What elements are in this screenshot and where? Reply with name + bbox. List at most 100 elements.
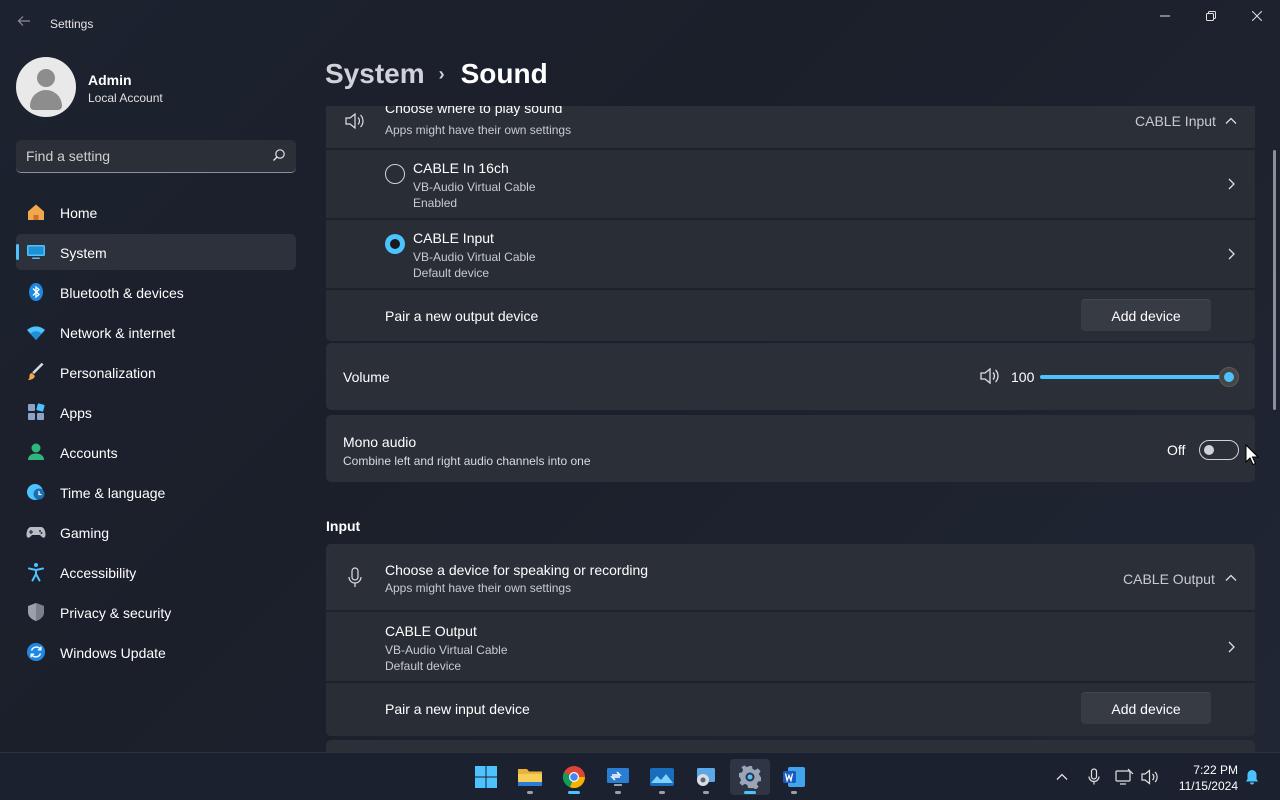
sidebar-item-home[interactable]: Home bbox=[16, 194, 296, 230]
sidebar-item-gaming[interactable]: Gaming bbox=[16, 514, 296, 550]
radio-button-selected[interactable] bbox=[385, 234, 405, 254]
volume-slider-track[interactable] bbox=[1040, 375, 1230, 379]
breadcrumb-parent[interactable]: System bbox=[325, 58, 425, 90]
person-icon bbox=[26, 442, 46, 462]
input-section-title: Input bbox=[326, 518, 361, 534]
mono-audio-state: Off bbox=[1167, 442, 1186, 458]
volume-slider-thumb[interactable] bbox=[1219, 367, 1239, 387]
close-icon[interactable] bbox=[1234, 0, 1280, 32]
input-card: Choose a device for speaking or recordin… bbox=[326, 544, 1255, 736]
breadcrumb: System › Sound bbox=[325, 58, 548, 90]
control-panel-icon[interactable] bbox=[686, 759, 726, 795]
sidebar-item-label: System bbox=[60, 245, 107, 261]
sidebar-item-windows-update[interactable]: Windows Update bbox=[16, 634, 296, 670]
profile-account-type: Local Account bbox=[88, 91, 163, 105]
sidebar-item-label: Personalization bbox=[60, 365, 156, 381]
sidebar-item-privacy[interactable]: Privacy & security bbox=[16, 594, 296, 630]
search-icon[interactable] bbox=[272, 148, 286, 164]
restore-icon[interactable] bbox=[1188, 0, 1234, 32]
output-header-title: Choose where to play sound bbox=[385, 106, 563, 116]
volume-value: 100 bbox=[1011, 369, 1035, 385]
clock-time: 7:22 PM bbox=[1193, 763, 1238, 777]
taskbar-clock[interactable]: 7:22 PM 11/15/2024 bbox=[1168, 762, 1238, 794]
avatar bbox=[16, 57, 76, 117]
volume-label: Volume bbox=[343, 369, 390, 385]
mono-audio-label: Mono audio bbox=[343, 434, 417, 450]
remote-desktop-icon[interactable] bbox=[598, 759, 638, 795]
output-device-row[interactable]: CABLE In 16ch VB-Audio Virtual Cable Ena… bbox=[326, 150, 1255, 218]
input-device-header[interactable]: Choose a device for speaking or recordin… bbox=[326, 544, 1255, 610]
file-explorer-icon[interactable] bbox=[510, 759, 550, 795]
taskbar: 7:22 PM 11/15/2024 bbox=[0, 752, 1280, 800]
output-device-row[interactable]: CABLE Input VB-Audio Virtual Cable Defau… bbox=[326, 220, 1255, 288]
output-selected-device: CABLE Input bbox=[1135, 113, 1216, 129]
chrome-icon[interactable] bbox=[554, 759, 594, 795]
chevron-right-icon[interactable] bbox=[1224, 247, 1238, 261]
device-driver: VB-Audio Virtual Cable bbox=[413, 180, 536, 194]
sidebar-item-label: Bluetooth & devices bbox=[60, 285, 184, 301]
brush-icon bbox=[26, 362, 46, 382]
chevron-up-icon[interactable] bbox=[1224, 571, 1238, 585]
shield-icon bbox=[26, 602, 46, 622]
app-title: Settings bbox=[50, 17, 94, 31]
sidebar-item-apps[interactable]: Apps bbox=[16, 394, 296, 430]
next-card bbox=[326, 740, 1255, 752]
chevron-up-icon[interactable] bbox=[1224, 114, 1238, 128]
sidebar-item-bluetooth[interactable]: Bluetooth & devices bbox=[16, 274, 296, 310]
add-input-device-button[interactable]: Add device bbox=[1081, 692, 1211, 724]
input-selected-device: CABLE Output bbox=[1123, 571, 1215, 587]
device-status: Enabled bbox=[413, 196, 458, 210]
radio-button[interactable] bbox=[385, 164, 405, 184]
sidebar-item-accessibility[interactable]: Accessibility bbox=[16, 554, 296, 590]
settings-gear-icon[interactable] bbox=[730, 759, 770, 795]
photos-icon[interactable] bbox=[642, 759, 682, 795]
sidebar-item-personalization[interactable]: Personalization bbox=[16, 354, 296, 390]
sidebar-item-label: Gaming bbox=[60, 525, 110, 541]
mono-audio-sub: Combine left and right audio channels in… bbox=[343, 454, 591, 468]
volume-icon[interactable] bbox=[1140, 767, 1160, 787]
mono-audio-card: Mono audio Combine left and right audio … bbox=[326, 415, 1255, 482]
device-driver: VB-Audio Virtual Cable bbox=[413, 250, 536, 264]
windows-start-icon[interactable] bbox=[466, 759, 506, 795]
pair-output-label: Pair a new output device bbox=[385, 308, 539, 324]
chevron-up-icon[interactable] bbox=[1052, 767, 1072, 787]
title-bar: Settings bbox=[0, 0, 1280, 48]
sidebar-item-label: Windows Update bbox=[60, 645, 166, 661]
user-profile[interactable]: Admin Local Account bbox=[16, 57, 296, 117]
sidebar-item-network[interactable]: Network & internet bbox=[16, 314, 296, 350]
network-icon[interactable] bbox=[1114, 767, 1134, 787]
chevron-right-icon[interactable] bbox=[1224, 177, 1238, 191]
input-device-row[interactable]: CABLE Output VB-Audio Virtual Cable Defa… bbox=[326, 612, 1255, 681]
speaker-volume-icon[interactable] bbox=[979, 367, 1001, 390]
add-output-device-button[interactable]: Add device bbox=[1081, 299, 1211, 331]
profile-name: Admin bbox=[88, 72, 132, 88]
sidebar-item-label: Accessibility bbox=[60, 565, 137, 581]
search-input[interactable] bbox=[26, 146, 266, 166]
device-driver: VB-Audio Virtual Cable bbox=[385, 643, 508, 657]
monitor-icon bbox=[26, 242, 46, 262]
sidebar-item-label: Accounts bbox=[60, 445, 118, 461]
page-title: Sound bbox=[460, 58, 548, 89]
notification-bell-icon[interactable] bbox=[1242, 767, 1262, 787]
sidebar-item-label: Apps bbox=[60, 405, 92, 421]
clock-date: 11/15/2024 bbox=[1178, 779, 1238, 793]
sidebar-item-system[interactable]: System bbox=[16, 234, 296, 270]
sidebar-item-accounts[interactable]: Accounts bbox=[16, 434, 296, 470]
sidebar-item-time-language[interactable]: Time & language bbox=[16, 474, 296, 510]
pair-input-row: Pair a new input device Add device bbox=[326, 683, 1255, 736]
microphone-icon[interactable] bbox=[1084, 767, 1104, 787]
device-status: Default device bbox=[413, 266, 490, 280]
sidebar-nav: Home System Bluetooth & devices Network … bbox=[16, 194, 296, 674]
device-name: CABLE Input bbox=[413, 230, 494, 246]
home-icon bbox=[26, 202, 46, 222]
device-name: CABLE Output bbox=[385, 623, 477, 639]
output-device-header[interactable]: Choose where to play sound Apps might ha… bbox=[326, 106, 1255, 148]
gamepad-icon bbox=[26, 522, 46, 542]
pair-input-label: Pair a new input device bbox=[385, 701, 530, 717]
minimize-icon[interactable] bbox=[1142, 0, 1188, 32]
mono-audio-toggle[interactable] bbox=[1199, 440, 1239, 460]
back-arrow-icon[interactable] bbox=[12, 12, 36, 36]
chevron-right-icon[interactable] bbox=[1224, 640, 1238, 654]
word-icon[interactable] bbox=[774, 759, 814, 795]
scrollbar[interactable] bbox=[1273, 150, 1276, 410]
